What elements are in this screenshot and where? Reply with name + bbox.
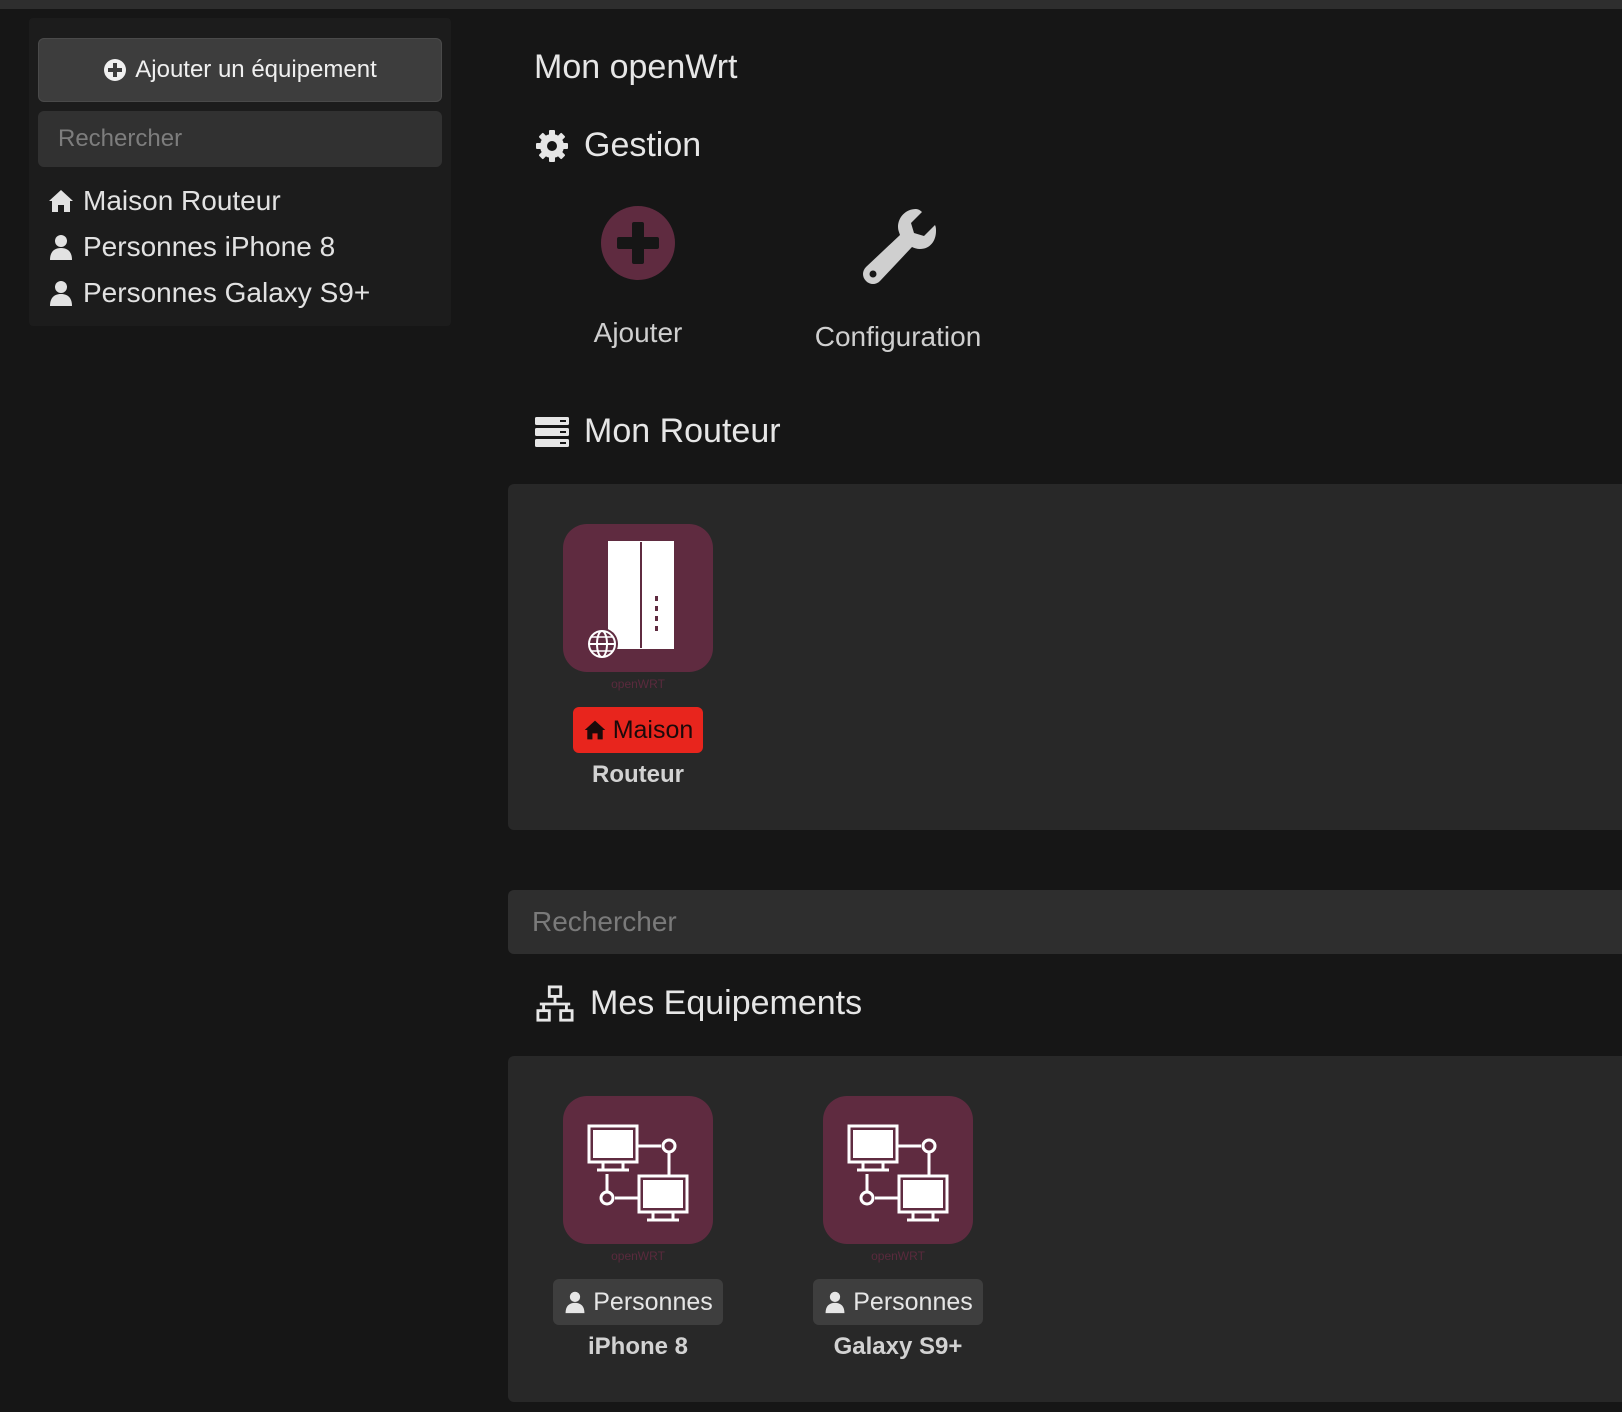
brand-label: openWRT [611,677,665,691]
router-name: Routeur [592,761,684,788]
network-icon [536,984,574,1022]
router-card[interactable]: openWRT Maison Routeur [553,524,723,789]
sidebar-search-input[interactable] [38,111,442,167]
sidebar-item-galaxy-s9[interactable]: Personnes Galaxy S9+ [47,270,442,316]
device-category-badge: Personnes [553,1279,723,1325]
management-section-title: Gestion [534,126,701,165]
badge-label: Personnes [593,1287,713,1316]
sidebar-item-label: Maison Routeur [83,185,281,216]
sidebar: Ajouter un équipement Maison Routeur Per… [29,18,451,326]
add-equipment-label: Ajouter un équipement [135,56,377,83]
router-section-label: Mon Routeur [584,412,781,450]
device-tile [823,1096,973,1244]
equipment-list: Maison Routeur Personnes iPhone 8 Person… [47,178,442,316]
devices-section-title: Mes Equipements [534,984,862,1023]
brand-label: openWRT [611,1249,665,1263]
sidebar-item-label: Personnes Galaxy S9+ [83,277,371,308]
plus-circle-icon [601,206,675,280]
user-icon [565,1291,585,1314]
wrench-icon [863,209,936,284]
computer-network-icon [587,1124,689,1222]
home-icon [49,190,73,212]
router-room-badge: Maison [572,707,704,753]
device-name: iPhone 8 [587,1333,689,1360]
user-icon [825,1291,845,1314]
router-icon [586,539,676,660]
device-name: Galaxy S9+ [833,1333,963,1360]
devices-section-label: Mes Equipements [590,984,863,1022]
management-title: Gestion [584,126,702,164]
add-device-action[interactable]: Ajouter [565,205,711,349]
device-card-iphone-8[interactable]: openWRT Personnes iPhone 8 [553,1096,723,1361]
gear-icon [536,129,568,162]
badge-label: Personnes [853,1287,973,1316]
device-tile [563,1096,713,1244]
user-icon [50,281,72,306]
computer-network-icon [847,1124,949,1222]
sidebar-item-iphone-8[interactable]: Personnes iPhone 8 [47,224,442,270]
configuration-action[interactable]: Configuration [800,205,996,353]
home-icon [584,720,605,740]
add-label: Ajouter [593,317,683,348]
equipment-search-input[interactable] [508,890,1622,954]
router-section-title: Mon Routeur [534,412,781,451]
sidebar-item-maison-routeur[interactable]: Maison Routeur [47,178,442,224]
page-title: Mon openWrt [534,48,738,86]
device-category-badge: Personnes [813,1279,983,1325]
sidebar-item-label: Personnes iPhone 8 [83,231,336,262]
server-icon [535,416,569,447]
device-card-galaxy-s9[interactable]: openWRT Personnes Galaxy S9+ [813,1096,983,1361]
badge-label: Maison [612,715,694,744]
plus-circle-icon [104,59,127,81]
configuration-label: Configuration [814,321,982,352]
top-bar [0,0,1622,9]
add-equipment-button[interactable]: Ajouter un équipement [38,38,442,102]
router-tile [563,524,713,672]
user-icon [50,235,72,260]
brand-label: openWRT [871,1249,925,1263]
